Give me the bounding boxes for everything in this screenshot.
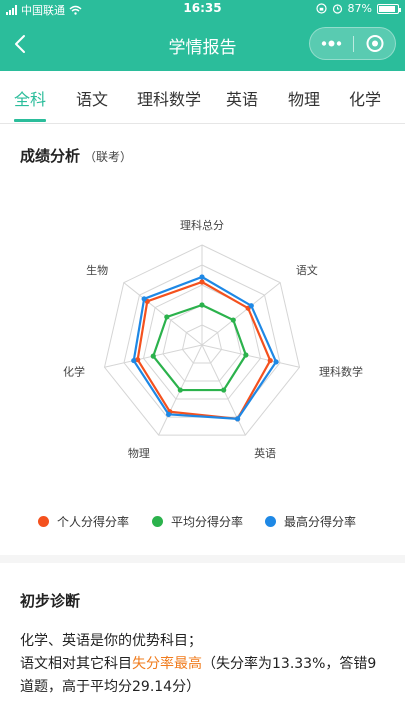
legend-dot-average xyxy=(152,516,163,527)
nav-bar: 学情报告 xyxy=(0,18,405,71)
mini-program-capsule xyxy=(309,27,396,60)
series-point-0-2 xyxy=(267,357,273,364)
diagnosis-line-2-prefix: 语文相对其它科目 xyxy=(20,656,132,672)
radar-chart: 理科总分语文理科数学英语 物理 化学 生物 xyxy=(63,218,363,460)
subject-tabs: 全科 语文 理科数学 英语 物理 化学 xyxy=(0,71,405,124)
legend-label-personal: 个人分得分率 xyxy=(57,515,130,529)
close-circle-icon xyxy=(366,35,384,52)
tab-english[interactable]: 英语 xyxy=(226,86,258,110)
series-point-2-2 xyxy=(273,359,279,365)
series-point-1-6 xyxy=(164,314,170,320)
section-title-text: 成绩分析 xyxy=(20,147,81,165)
axis-label-3: 英语 xyxy=(254,446,276,460)
series-point-2-3 xyxy=(234,416,241,422)
score-analysis-title: 成绩分析 （联考） xyxy=(20,145,132,166)
axis-label-4: 物理 xyxy=(128,446,150,460)
diagnosis-title: 初步诊断 xyxy=(20,592,81,610)
diagnosis-highlight: 失分率最高 xyxy=(132,656,202,672)
battery-percent: 87% xyxy=(347,2,372,15)
series-point-2-5 xyxy=(131,357,137,364)
legend-dot-personal xyxy=(38,516,49,527)
legend-dot-highest xyxy=(265,516,276,527)
more-dots-icon xyxy=(321,40,342,47)
alarm-icon xyxy=(332,4,342,14)
series-point-1-3 xyxy=(221,387,227,393)
legend-item-highest[interactable]: 最高分得分率 xyxy=(265,513,356,530)
status-right: 87% xyxy=(315,2,401,15)
series-point-2-6 xyxy=(141,296,147,302)
legend-label-highest: 最高分得分率 xyxy=(284,515,357,529)
series-point-2-0 xyxy=(199,274,205,280)
diagnosis-text: 化学、英语是你的优势科目； 语文相对其它科目失分率最高（失分率为13.33%，答… xyxy=(20,630,390,699)
tab-chinese[interactable]: 语文 xyxy=(76,86,108,110)
series-point-1-2 xyxy=(243,352,249,358)
series-point-0-0 xyxy=(199,279,205,285)
section-subtitle: （联考） xyxy=(84,150,133,164)
series-point-1-0 xyxy=(199,302,205,308)
more-button[interactable] xyxy=(310,28,353,59)
legend-item-average[interactable]: 平均分得分率 xyxy=(152,513,243,530)
diagnosis-line-1: 化学、英语是你的优势科目； xyxy=(20,633,202,649)
series-point-1-1 xyxy=(230,317,236,323)
axis-label-6: 生物 xyxy=(86,263,108,277)
series-point-2-4 xyxy=(165,411,172,417)
axis-label-5: 化学 xyxy=(63,365,85,379)
lock-rotation-icon xyxy=(315,3,327,14)
tab-chemistry[interactable]: 化学 xyxy=(349,86,381,110)
section-divider xyxy=(0,555,405,563)
series-point-2-1 xyxy=(248,303,254,309)
axis-label-2: 理科数学 xyxy=(319,365,363,379)
tab-physics[interactable]: 物理 xyxy=(288,86,320,110)
legend-item-personal[interactable]: 个人分得分率 xyxy=(38,513,129,530)
axis-label-0: 理科总分 xyxy=(180,218,224,232)
diagnosis-line-2: 语文相对其它科目失分率最高（失分率为13.33%，答错9道题，高于平均分29.1… xyxy=(20,653,390,699)
legend-label-average: 平均分得分率 xyxy=(171,515,244,529)
tab-all[interactable]: 全科 xyxy=(14,86,46,110)
battery-icon xyxy=(377,3,401,14)
chart-legend: 个人分得分率 平均分得分率 最高分得分率 xyxy=(0,513,405,533)
series-point-1-5 xyxy=(150,353,156,359)
tab-math[interactable]: 理科数学 xyxy=(137,86,201,110)
axis-label-1: 语文 xyxy=(296,263,318,277)
active-tab-indicator xyxy=(14,119,46,122)
close-button[interactable] xyxy=(354,28,396,59)
series-point-1-4 xyxy=(177,387,183,393)
status-bar: 中国联通 16:35 87% xyxy=(0,0,405,18)
